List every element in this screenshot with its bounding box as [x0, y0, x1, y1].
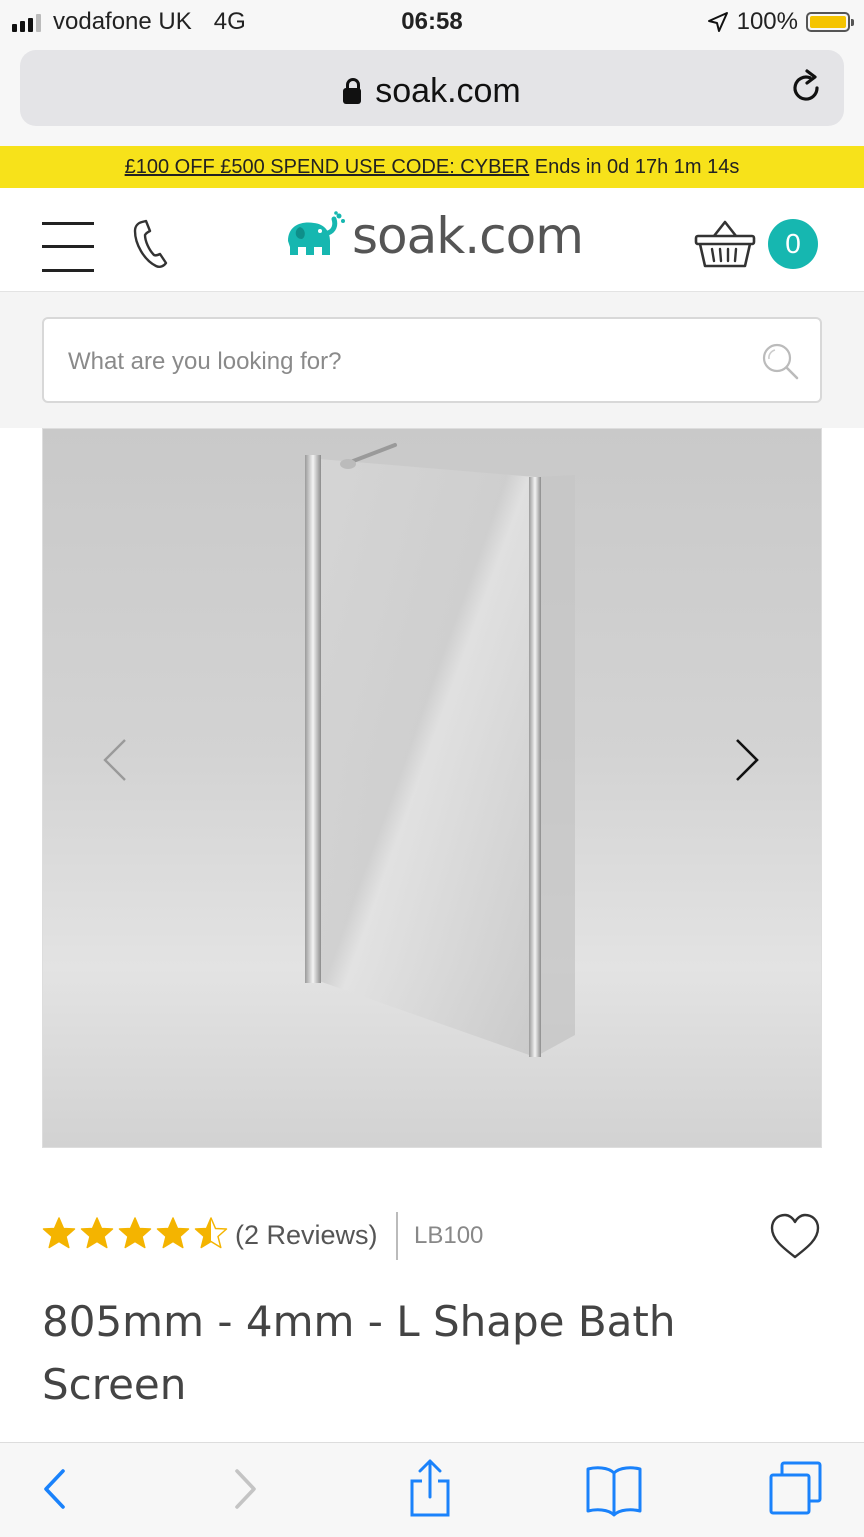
product-image-gallery[interactable] — [42, 428, 822, 1148]
chevron-right-icon[interactable] — [733, 737, 763, 783]
forward-icon[interactable] — [214, 1459, 274, 1519]
status-bar: vodafone UK 4G 06:58 100% — [0, 0, 864, 44]
browser-url-area: soak.com — [0, 44, 864, 146]
search-input[interactable] — [66, 339, 730, 385]
url-display[interactable]: soak.com — [20, 72, 844, 111]
search-box — [42, 317, 822, 403]
back-icon[interactable] — [26, 1459, 86, 1519]
battery-icon — [806, 12, 854, 32]
promo-code-link[interactable]: £100 OFF £500 SPEND USE CODE: CYBER — [125, 156, 530, 178]
browser-toolbar — [0, 1442, 864, 1537]
search-icon[interactable] — [760, 341, 800, 381]
bookmarks-icon[interactable] — [584, 1459, 644, 1519]
lock-icon — [343, 78, 362, 104]
star-half-icon — [194, 1217, 228, 1249]
star-full-icon — [118, 1217, 152, 1249]
chevron-left-icon[interactable] — [99, 737, 129, 783]
status-right: 100% — [707, 8, 854, 36]
star-full-icon — [42, 1217, 76, 1249]
share-icon[interactable] — [400, 1459, 460, 1519]
search-area — [0, 292, 864, 428]
address-bar[interactable]: soak.com — [20, 50, 844, 126]
heart-icon[interactable] — [768, 1210, 822, 1264]
tabs-icon[interactable] — [766, 1459, 826, 1519]
battery-percent: 100% — [736, 8, 798, 35]
reviews-link[interactable]: (2 Reviews) — [235, 1220, 378, 1251]
star-rating[interactable] — [42, 1216, 228, 1250]
site-logo[interactable]: soak.com — [284, 206, 584, 266]
site-header: soak.com 0 — [0, 188, 864, 292]
location-arrow-icon — [707, 12, 728, 32]
logo-text: soak.com — [352, 207, 584, 265]
product-sku: LB100 — [414, 1222, 484, 1249]
bath-screen-product-image — [305, 443, 575, 1057]
url-text: soak.com — [375, 72, 521, 110]
phone-icon[interactable] — [130, 218, 170, 270]
promo-countdown: Ends in 0d 17h 1m 14s — [534, 156, 740, 178]
reload-icon[interactable] — [786, 68, 826, 108]
elephant-logo-icon — [288, 211, 345, 255]
rating-row: (2 Reviews) LB100 — [42, 1210, 822, 1266]
product-title: 805mm - 4mm - L Shape Bath Screen — [42, 1297, 676, 1409]
divider — [396, 1212, 398, 1260]
star-full-icon — [156, 1217, 190, 1249]
basket-icon[interactable] — [694, 218, 756, 270]
star-full-icon — [80, 1217, 114, 1249]
promo-banner: £100 OFF £500 SPEND USE CODE: CYBER Ends… — [0, 146, 864, 188]
cart-count-badge[interactable]: 0 — [768, 219, 818, 269]
hamburger-menu-icon[interactable] — [42, 222, 94, 272]
